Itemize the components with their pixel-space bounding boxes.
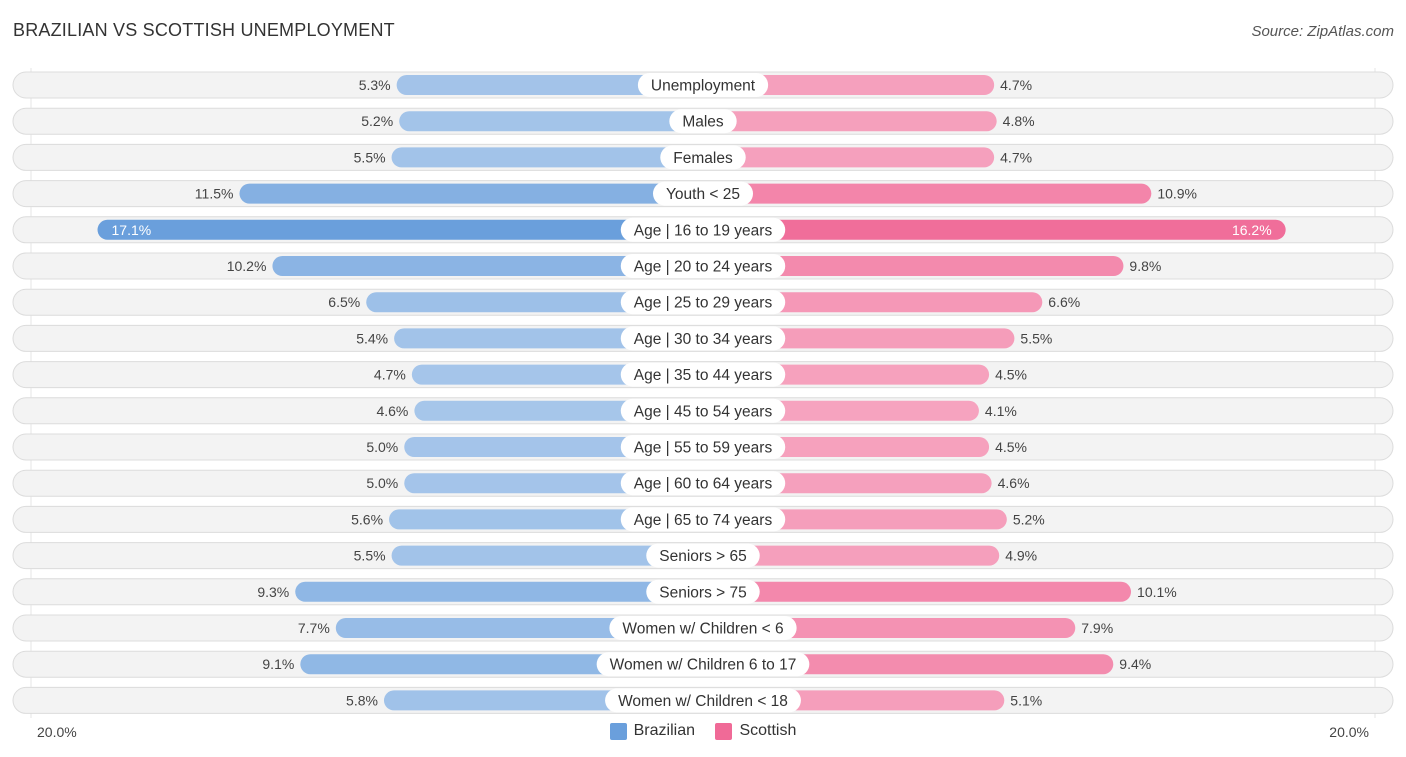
bar-scottish: [703, 581, 1132, 602]
value-label-scottish: 16.2%: [1232, 222, 1272, 238]
bar-brazilian: [399, 111, 703, 132]
value-label-brazilian: 5.5%: [354, 149, 386, 165]
category-label: Women w/ Children < 6: [622, 621, 783, 638]
category-label: Women w/ Children 6 to 17: [610, 657, 797, 674]
bar-scottish: [703, 147, 995, 168]
value-label-scottish: 9.4%: [1119, 656, 1151, 672]
value-label-scottish: 5.5%: [1020, 330, 1052, 346]
category-label: Seniors > 65: [659, 548, 746, 565]
chart-area: 5.3% 4.7% Unemployment 5.2% 4.8% Males 5.5% 4.7…: [12, 68, 1394, 718]
bar-scottish: [703, 111, 997, 132]
category-label: Age | 45 to 54 years: [634, 403, 773, 420]
value-label-brazilian: 4.7%: [374, 367, 406, 383]
bar-brazilian: [295, 581, 703, 602]
value-label-brazilian: 5.5%: [354, 548, 386, 564]
legend-item-brazilian[interactable]: Brazilian: [609, 722, 695, 740]
value-label-scottish: 4.7%: [1000, 77, 1032, 93]
category-label: Females: [673, 150, 733, 167]
category-label: Age | 30 to 34 years: [634, 331, 773, 348]
value-label-scottish: 4.1%: [985, 403, 1017, 419]
category-label: Age | 55 to 59 years: [634, 440, 773, 457]
category-label: Age | 35 to 44 years: [634, 367, 773, 384]
value-label-brazilian: 5.3%: [359, 77, 391, 93]
category-label: Age | 25 to 29 years: [634, 295, 773, 312]
value-label-scottish: 5.1%: [1010, 692, 1042, 708]
value-label-brazilian: 10.2%: [227, 258, 267, 274]
value-label-scottish: 4.5%: [995, 439, 1027, 455]
value-label-brazilian: 4.6%: [376, 403, 408, 419]
category-label: Age | 65 to 74 years: [634, 512, 773, 529]
category-label: Age | 60 to 64 years: [634, 476, 773, 493]
value-label-scottish: 4.8%: [1003, 113, 1035, 129]
category-label: Seniors > 75: [659, 584, 746, 601]
value-label-scottish: 10.1%: [1137, 584, 1177, 600]
value-label-brazilian: 5.0%: [366, 439, 398, 455]
value-label-brazilian: 5.6%: [351, 511, 383, 527]
legend-label-scottish: Scottish: [739, 722, 797, 739]
bar-brazilian: [239, 183, 703, 204]
value-label-scottish: 7.9%: [1081, 620, 1113, 636]
legend-item-scottish[interactable]: Scottish: [715, 722, 796, 740]
category-label: Males: [682, 114, 724, 131]
category-label: Youth < 25: [666, 186, 740, 203]
value-label-scottish: 10.9%: [1157, 186, 1197, 202]
category-label: Women w/ Children < 18: [618, 693, 788, 710]
legend-swatch-brazilian: [609, 722, 627, 740]
value-label-scottish: 4.9%: [1005, 548, 1037, 564]
bar-scottish: [703, 183, 1152, 204]
value-label-brazilian: 5.8%: [346, 692, 378, 708]
value-label-scottish: 4.6%: [998, 475, 1030, 491]
value-label-brazilian: 5.4%: [356, 330, 388, 346]
value-label-scottish: 9.8%: [1129, 258, 1161, 274]
legend: Brazilian Scottish: [0, 722, 1406, 745]
value-label-scottish: 4.5%: [995, 367, 1027, 383]
bar-brazilian: [391, 147, 703, 168]
value-label-brazilian: 9.1%: [262, 656, 294, 672]
value-label-brazilian: 11.5%: [195, 186, 234, 202]
value-label-scottish: 6.6%: [1048, 294, 1080, 310]
bar-scottish: [703, 219, 1286, 240]
value-label-brazilian: 5.2%: [361, 113, 393, 129]
value-label-brazilian: 17.1%: [112, 222, 152, 238]
value-label-brazilian: 9.3%: [257, 584, 289, 600]
legend-label-brazilian: Brazilian: [633, 722, 695, 739]
legend-swatch-scottish: [715, 722, 733, 740]
value-label-brazilian: 7.7%: [298, 620, 330, 636]
value-label-brazilian: 5.0%: [366, 475, 398, 491]
value-label-brazilian: 6.5%: [328, 294, 360, 310]
bar-brazilian: [97, 219, 703, 240]
category-label: Age | 16 to 19 years: [634, 222, 773, 239]
value-label-scottish: 4.7%: [1000, 149, 1032, 165]
category-label: Unemployment: [651, 78, 756, 95]
value-label-scottish: 5.2%: [1013, 511, 1045, 527]
category-label: Age | 20 to 24 years: [634, 259, 773, 276]
